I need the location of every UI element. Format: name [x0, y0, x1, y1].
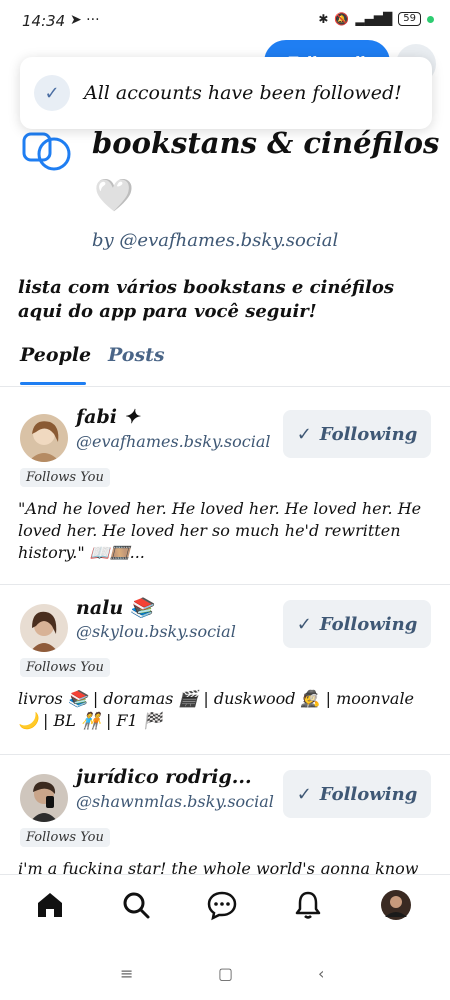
list-item[interactable]: nalu 📚 @skylou.bsky.social ✓ Following F…	[0, 588, 450, 755]
following-button[interactable]: ✓ Following	[283, 770, 431, 818]
status-notification-icons: ➤ ···	[70, 12, 100, 28]
toast-notification: ✓ All accounts have been followed!	[20, 57, 432, 129]
active-tab-indicator	[20, 382, 86, 385]
status-time: 14:34	[22, 12, 66, 30]
check-icon: ✓	[296, 613, 312, 635]
chat-icon[interactable]	[206, 889, 238, 921]
battery-indicator: 59	[398, 12, 421, 26]
list-title: bookstans & cinéfilos	[92, 126, 440, 160]
following-label: Following	[319, 613, 418, 635]
signal-icon: ▂▄▆█	[355, 12, 393, 26]
avatar[interactable]	[20, 604, 68, 652]
list-item[interactable]: fabi ✦ @evafhames.bsky.social ✓ Followin…	[0, 398, 450, 585]
user-bio: i'm a fucking star! the whole world's go…	[18, 859, 419, 874]
user-display-name[interactable]: jurídico rodrig...	[76, 766, 252, 788]
white-heart-emoji: 🤍	[94, 176, 134, 214]
toast-message: All accounts have been followed!	[84, 82, 402, 104]
user-handle[interactable]: @evafhames.bsky.social	[76, 432, 270, 451]
follows-you-badge: Follows You	[20, 828, 110, 847]
avatar[interactable]	[20, 414, 68, 462]
user-bio: "And he loved her. He loved her. He love…	[18, 499, 422, 562]
list-icon	[22, 132, 71, 171]
check-icon: ✓	[296, 423, 312, 445]
list-item[interactable]: jurídico rodrig... @shawnmlas.bsky.socia…	[0, 758, 450, 874]
search-icon[interactable]	[120, 889, 152, 921]
check-icon: ✓	[296, 783, 312, 805]
following-label: Following	[319, 423, 418, 445]
list-author-link[interactable]: by @evafhames.bsky.social	[92, 230, 338, 251]
user-display-name[interactable]: nalu 📚	[76, 596, 153, 619]
list-description: lista com vários bookstans e cinéfilos a…	[18, 277, 394, 322]
camera-indicator-dot	[427, 15, 434, 23]
follows-you-badge: Follows You	[20, 658, 110, 677]
user-handle[interactable]: @shawnmlas.bsky.social	[76, 792, 274, 811]
avatar[interactable]	[20, 774, 68, 822]
status-right-icons: ✱ 🔕 ▂▄▆█ 59	[318, 12, 434, 26]
status-bar: 14:34 ➤ ··· ✱ 🔕 ▂▄▆█ 59	[0, 0, 450, 44]
tab-posts[interactable]: Posts	[108, 344, 165, 366]
bell-icon[interactable]	[292, 889, 324, 921]
bottom-navigation	[0, 874, 450, 939]
recent-apps-icon[interactable]: ≡	[120, 964, 133, 983]
home-square-icon[interactable]: ▢	[218, 964, 233, 983]
user-handle[interactable]: @skylou.bsky.social	[76, 622, 236, 641]
user-bio: livros 📚 | doramas 🎬 | duskwood 🕵️ | moo…	[18, 689, 415, 730]
following-button[interactable]: ✓ Following	[283, 410, 431, 458]
profile-avatar[interactable]	[380, 889, 412, 921]
tab-people[interactable]: People	[20, 344, 91, 366]
user-display-name[interactable]: fabi ✦	[76, 406, 140, 428]
check-icon: ✓	[34, 75, 70, 111]
bluetooth-icon: ✱	[318, 12, 329, 26]
tab-bar: People Posts	[0, 340, 450, 387]
follows-you-badge: Follows You	[20, 468, 110, 487]
mute-icon: 🔕	[334, 12, 350, 26]
following-label: Following	[319, 783, 418, 805]
home-icon[interactable]	[34, 889, 66, 921]
back-icon[interactable]: ‹	[318, 964, 324, 983]
following-button[interactable]: ✓ Following	[283, 600, 431, 648]
system-navigation-bar: ≡ ▢ ‹	[0, 950, 450, 1000]
